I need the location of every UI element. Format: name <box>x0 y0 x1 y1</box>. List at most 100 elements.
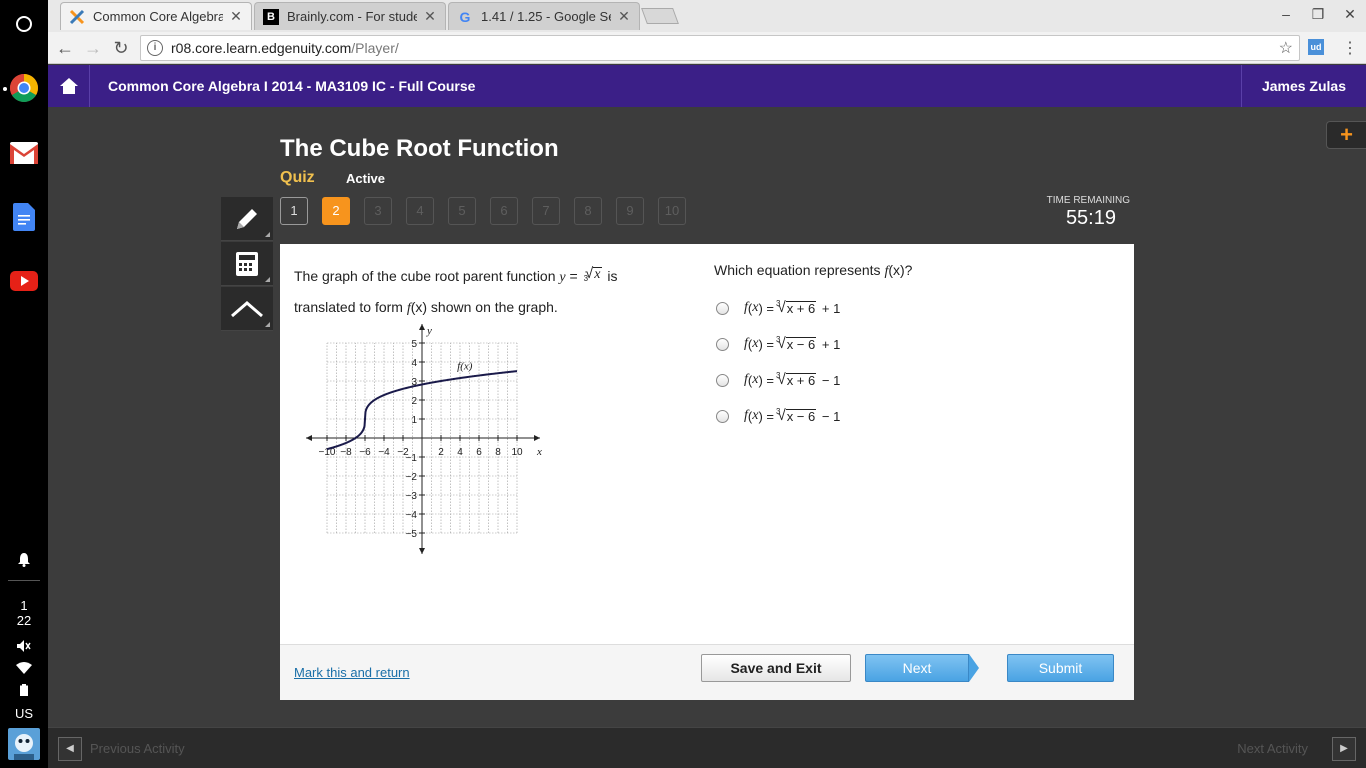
tab-title: 1.41 / 1.25 - Google Sea <box>481 9 611 24</box>
question-text-start: Which equation represents <box>714 262 885 278</box>
previous-activity-button[interactable]: ◀ <box>58 737 82 761</box>
course-title: Common Core Algebra I 2014 - MA3109 IC -… <box>108 78 476 94</box>
question-text: Which equation represents f(x)? <box>714 262 912 280</box>
battery-icon[interactable] <box>0 684 48 699</box>
answer-choice-4[interactable]: f(x) = 3 √ x − 6 − 1 <box>716 407 841 424</box>
restore-icon[interactable]: ❐ <box>1308 6 1328 24</box>
os-shelf: 1 22 US <box>0 0 48 768</box>
forward-arrow-icon[interactable]: → <box>82 37 104 59</box>
y-tick-label: −2 <box>406 472 418 483</box>
close-tab-icon[interactable]: ✕ <box>617 8 631 25</box>
home-button[interactable] <box>48 65 90 107</box>
input-locale[interactable]: US <box>0 706 48 721</box>
question-nav-5[interactable]: 5 <box>448 197 476 225</box>
browser-menu-icon[interactable]: ⋮ <box>1342 38 1358 58</box>
tab-common-core[interactable]: Common Core Algebra I ✕ <box>60 2 252 30</box>
notification-bell-icon[interactable] <box>0 553 48 570</box>
mute-icon[interactable] <box>0 640 48 655</box>
answer-choice-3[interactable]: f(x) = 3 √ x + 6 − 1 <box>716 371 840 388</box>
close-window-icon[interactable]: ✕ <box>1340 6 1360 24</box>
youtube-app-icon[interactable] <box>8 265 40 297</box>
y-tick-label: −5 <box>406 529 418 540</box>
next-button-arrow[interactable] <box>969 654 979 682</box>
minimize-icon[interactable]: – <box>1276 6 1296 24</box>
pencil-tool-button[interactable] <box>221 197 273 241</box>
google-docs-app-icon[interactable] <box>8 201 40 233</box>
x-tick-label: 2 <box>438 447 444 458</box>
x-tick-label: 8 <box>495 447 501 458</box>
next-button[interactable]: Next <box>865 654 969 682</box>
new-tab-button[interactable] <box>641 8 679 24</box>
time-remaining-value: 55:19 <box>1065 207 1116 229</box>
math-f: f <box>744 372 748 387</box>
next-activity-button[interactable]: ▶ <box>1332 737 1356 761</box>
caret-up-icon <box>231 300 263 317</box>
collapse-tools-button[interactable] <box>221 287 273 331</box>
math-x: x <box>752 372 759 387</box>
bookmark-star-icon[interactable]: ☆ <box>1279 38 1293 58</box>
back-arrow-icon[interactable]: ← <box>54 37 76 59</box>
wifi-icon[interactable] <box>0 662 48 677</box>
tab-google-search[interactable]: G 1.41 / 1.25 - Google Sea ✕ <box>448 2 640 30</box>
mark-and-return-link[interactable]: Mark this and return <box>294 665 410 680</box>
question-nav-10[interactable]: 10 <box>658 197 686 225</box>
x-axis-arrow-right <box>534 435 540 441</box>
plus-icon[interactable]: + <box>1326 121 1366 149</box>
extension-icon[interactable]: ud <box>1308 39 1324 55</box>
close-tab-icon[interactable]: ✕ <box>229 8 243 25</box>
calculator-tool-button[interactable] <box>221 242 273 286</box>
home-icon <box>59 78 78 94</box>
clock-hour[interactable]: 1 <box>0 598 48 613</box>
answer-choice-1[interactable]: f(x) = 3 √ x + 6 + 1 <box>716 298 840 316</box>
x-tick-label: −4 <box>378 447 390 458</box>
x-tick-label: 4 <box>457 447 463 458</box>
choice-tail: − 1 <box>821 408 841 424</box>
activity-status: Active <box>346 171 386 186</box>
math-equals: = <box>565 268 582 284</box>
radio-button[interactable] <box>716 301 729 315</box>
save-and-exit-button[interactable]: Save and Exit <box>701 654 851 682</box>
y-axis-label: y <box>426 325 432 337</box>
y-tick-label: 5 <box>411 339 417 350</box>
tab-title: Brainly.com - For studen <box>287 9 417 24</box>
submit-button[interactable]: Submit <box>1007 654 1114 682</box>
graph-ticks: −10 −8 −6 −4 −2 2 4 6 8 10−5−4−3−2−112345 <box>319 339 523 540</box>
close-tab-icon[interactable]: ✕ <box>423 8 437 25</box>
y-tick-label: −4 <box>406 510 418 521</box>
next-activity-label[interactable]: Next Activity <box>1237 741 1308 756</box>
question-nav-8[interactable]: 8 <box>574 197 602 225</box>
question-nav-9[interactable]: 9 <box>616 197 644 225</box>
question-nav-2[interactable]: 2 <box>322 197 350 225</box>
y-tick-label: −3 <box>406 491 418 502</box>
user-avatar[interactable] <box>8 728 40 760</box>
gmail-app-icon[interactable] <box>8 137 40 169</box>
question-nav-4[interactable]: 4 <box>406 197 434 225</box>
clock-minute[interactable]: 22 <box>0 613 48 628</box>
question-nav-7[interactable]: 7 <box>532 197 560 225</box>
user-name[interactable]: James Zulas <box>1240 65 1366 107</box>
reload-icon[interactable]: ↻ <box>110 37 132 59</box>
function-graph: −10 −8 −6 −4 −2 2 4 6 8 10−5−4−3−2−112345 f(x) x … <box>306 324 542 554</box>
tab-brainly[interactable]: B Brainly.com - For studen ✕ <box>254 2 446 30</box>
address-bar[interactable]: i r08.core.learn.edgenuity.com/Player/ ☆ <box>140 35 1300 61</box>
launcher-icon[interactable] <box>16 16 32 32</box>
question-nav-6[interactable]: 6 <box>490 197 518 225</box>
radicand: x − 6 <box>785 408 817 424</box>
question-nav-1[interactable]: 1 <box>280 197 308 225</box>
cube-root: 3 √ x + 6 <box>776 298 817 316</box>
radicand: x + 6 <box>785 372 817 388</box>
info-icon[interactable]: i <box>147 40 163 56</box>
radio-button[interactable] <box>716 373 729 387</box>
browser-tabstrip: Common Core Algebra I ✕ B Brainly.com - … <box>48 0 1366 32</box>
previous-activity-label[interactable]: Previous Activity <box>90 741 185 756</box>
radio-button[interactable] <box>716 409 729 423</box>
x-tick-label: 6 <box>476 447 482 458</box>
activity-type-label: Quiz <box>280 169 315 186</box>
math-f: f <box>744 300 748 315</box>
activity-nav-bar: ◀ Previous Activity Next Activity ▶ <box>48 727 1366 768</box>
answer-choice-2[interactable]: f(x) = 3 √ x − 6 + 1 <box>716 335 840 352</box>
x-tick-label: 10 <box>511 447 523 458</box>
chrome-app-icon[interactable] <box>8 72 40 104</box>
radio-button[interactable] <box>716 337 729 351</box>
question-nav-3[interactable]: 3 <box>364 197 392 225</box>
